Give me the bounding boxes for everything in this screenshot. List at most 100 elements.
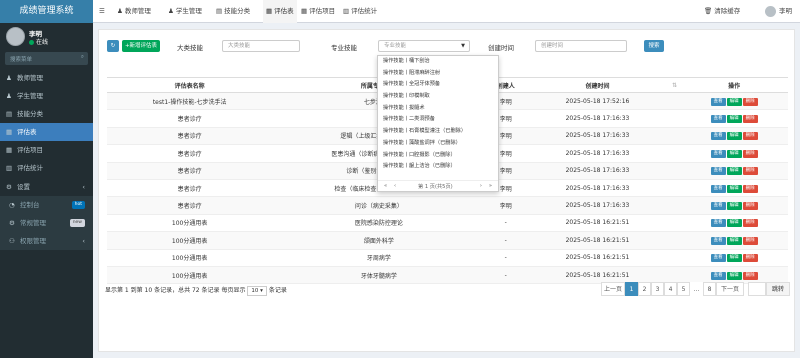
caret-down-icon: ▼ bbox=[461, 43, 465, 49]
sidebar-item-evaluation[interactable]: ▦ 评估表 bbox=[0, 123, 93, 141]
view-button[interactable]: 查看 bbox=[710, 254, 726, 263]
table-cell: - bbox=[485, 214, 526, 233]
dropdown-option[interactable]: 操作技能丨二类洞预备 bbox=[378, 114, 498, 126]
delete-button[interactable]: 删除 bbox=[742, 115, 758, 124]
delete-button[interactable]: 删除 bbox=[742, 97, 758, 106]
big-skill-select[interactable]: 大类技能 bbox=[222, 40, 300, 52]
page-3[interactable]: 3 bbox=[651, 282, 664, 296]
delete-button[interactable]: 删除 bbox=[742, 271, 758, 280]
delete-button[interactable]: 删除 bbox=[742, 236, 758, 245]
sidebar-item-skills[interactable]: ▤ 技能分类 bbox=[0, 105, 93, 123]
sidebar-item-settings[interactable]: ⚙ 设置 ‹ bbox=[0, 178, 93, 196]
edit-button[interactable]: 编辑 bbox=[726, 254, 742, 263]
search-icon[interactable]: ⌕ bbox=[81, 54, 84, 61]
table-header-sort[interactable]: ⇅ bbox=[668, 77, 681, 93]
table-cell: 2025-05-18 17:16:33 bbox=[525, 144, 669, 163]
table-header-cell[interactable]: 创建时间 bbox=[525, 77, 669, 93]
edit-button[interactable]: 编辑 bbox=[726, 149, 742, 158]
dropdown-option[interactable]: 操作技能丨龈上洁治（已删除） bbox=[378, 161, 498, 173]
sidebar-item-stats[interactable]: ▥ 评估统计 bbox=[0, 159, 93, 177]
table-header-cell[interactable]: 操作 bbox=[680, 77, 788, 93]
tab-skills[interactable]: ▤ 技能分类 bbox=[216, 0, 250, 23]
page-1[interactable]: 1 bbox=[625, 282, 638, 296]
sidebar-item-eval-items[interactable]: ▦ 评估项目 bbox=[0, 141, 93, 159]
dropdown-option[interactable]: 操作技能丨全冠牙体预备 bbox=[378, 79, 498, 91]
add-evaluation-button[interactable]: +新增评估表 bbox=[122, 40, 160, 52]
view-button[interactable]: 查看 bbox=[710, 202, 726, 211]
next-page-button[interactable]: 下一页 bbox=[716, 282, 744, 296]
view-button[interactable]: 查看 bbox=[710, 115, 726, 124]
sidebar-item-teachers[interactable]: ♟ 教师管理 bbox=[0, 69, 93, 87]
row-actions: 查看 编辑 删除 bbox=[680, 109, 788, 128]
view-button[interactable]: 查看 bbox=[710, 97, 726, 106]
delete-button[interactable]: 删除 bbox=[742, 254, 758, 263]
dropdown-option[interactable]: 操作技能丨阻滞麻醉注射 bbox=[378, 68, 498, 80]
delete-button[interactable]: 删除 bbox=[742, 202, 758, 211]
dropdown-option[interactable]: 操作技能丨印模制取 bbox=[378, 91, 498, 103]
table-cell: 100分通用表 bbox=[107, 214, 273, 233]
pro-skill-select[interactable]: 专业技能 ▼ bbox=[378, 40, 470, 52]
dropdown-option[interactable]: 操作技能丨石膏模型灌注（已删除） bbox=[378, 126, 498, 138]
page-4[interactable]: 4 bbox=[664, 282, 677, 296]
sidebar-item-console[interactable]: ◔ 控制台 hot bbox=[0, 196, 93, 214]
menu-toggle-icon[interactable]: ☰ bbox=[99, 0, 105, 23]
edit-button[interactable]: 编辑 bbox=[726, 115, 742, 124]
created-time-input[interactable]: 创建时间 bbox=[535, 40, 627, 52]
table-cell: 2025-05-18 16:21:51 bbox=[525, 214, 669, 233]
dropdown-option[interactable]: 操作技能丨口腔摄影（已删除） bbox=[378, 150, 498, 162]
next-page-icon[interactable]: › bbox=[480, 183, 482, 189]
edit-button[interactable]: 编辑 bbox=[726, 236, 742, 245]
view-button[interactable]: 查看 bbox=[710, 271, 726, 280]
page-size-select[interactable]: 10 ▾ bbox=[247, 286, 267, 296]
edit-button[interactable]: 编辑 bbox=[726, 132, 742, 141]
goto-page-input[interactable] bbox=[748, 282, 766, 296]
sidebar-item-permissions[interactable]: ⚇ 权限管理 ‹ bbox=[0, 232, 93, 250]
view-button[interactable]: 查看 bbox=[710, 236, 726, 245]
dropdown-option[interactable]: 操作技能丨桶下刮治 bbox=[378, 56, 498, 68]
prev-page-icon[interactable]: ‹ bbox=[394, 183, 396, 189]
sidebar-item-students[interactable]: ♟ 学生管理 bbox=[0, 87, 93, 105]
user-menu[interactable]: 李明 bbox=[765, 0, 792, 23]
page-8[interactable]: 8 bbox=[703, 282, 716, 296]
delete-button[interactable]: 删除 bbox=[742, 167, 758, 176]
page-2[interactable]: 2 bbox=[638, 282, 651, 296]
search-input[interactable]: 搜索菜单 ⌕ bbox=[5, 52, 88, 65]
row-actions: 查看 编辑 删除 bbox=[680, 249, 788, 267]
refresh-button[interactable]: ↻ bbox=[107, 40, 119, 52]
table-header-cell[interactable]: 评估表名称 bbox=[107, 77, 273, 93]
tab-evaluation[interactable]: ▦ 评估表 bbox=[263, 0, 297, 23]
edit-button[interactable]: 编辑 bbox=[726, 202, 742, 211]
big-skill-label: 大类技能 bbox=[177, 44, 203, 52]
last-page-icon[interactable]: » bbox=[489, 183, 492, 189]
edit-button[interactable]: 编辑 bbox=[726, 184, 742, 193]
edit-button[interactable]: 编辑 bbox=[726, 167, 742, 176]
sidebar-item-general[interactable]: ⚙ 常规管理 new bbox=[0, 214, 93, 232]
page-5[interactable]: 5 bbox=[677, 282, 690, 296]
tab-stats[interactable]: ▥ 评估统计 bbox=[343, 0, 377, 23]
view-button[interactable]: 查看 bbox=[710, 219, 726, 228]
delete-button[interactable]: 删除 bbox=[742, 149, 758, 158]
row-actions: 查看 编辑 删除 bbox=[680, 92, 788, 111]
edit-button[interactable]: 编辑 bbox=[726, 219, 742, 228]
view-button[interactable]: 查看 bbox=[710, 184, 726, 193]
view-button[interactable]: 查看 bbox=[710, 149, 726, 158]
delete-button[interactable]: 删除 bbox=[742, 219, 758, 228]
dropdown-option[interactable]: 操作技能丨藻酸盐调拌（已删除） bbox=[378, 138, 498, 150]
delete-button[interactable]: 删除 bbox=[742, 184, 758, 193]
tab-eval-items[interactable]: ▦ 评估项目 bbox=[301, 0, 335, 23]
goto-button[interactable]: 跳转 bbox=[766, 282, 790, 296]
dropdown-option[interactable]: 操作技能丨拔髓术 bbox=[378, 103, 498, 115]
tab-students[interactable]: ♟ 学生管理 bbox=[168, 0, 202, 23]
tab-teachers[interactable]: ♟ 教师管理 bbox=[117, 0, 151, 23]
prev-page-button[interactable]: 上一页 bbox=[601, 282, 625, 296]
file-icon: ▤ bbox=[216, 7, 223, 15]
delete-button[interactable]: 删除 bbox=[742, 132, 758, 141]
clear-cache-button[interactable]: 🗑 清除缓存 bbox=[704, 0, 740, 23]
first-page-icon[interactable]: « bbox=[384, 183, 387, 189]
edit-button[interactable]: 编辑 bbox=[726, 271, 742, 280]
search-button[interactable]: 搜索 bbox=[644, 40, 664, 52]
table-cell: 2025-05-18 17:16:33 bbox=[525, 179, 669, 198]
view-button[interactable]: 查看 bbox=[710, 167, 726, 176]
view-button[interactable]: 查看 bbox=[710, 132, 726, 141]
edit-button[interactable]: 编辑 bbox=[726, 97, 742, 106]
